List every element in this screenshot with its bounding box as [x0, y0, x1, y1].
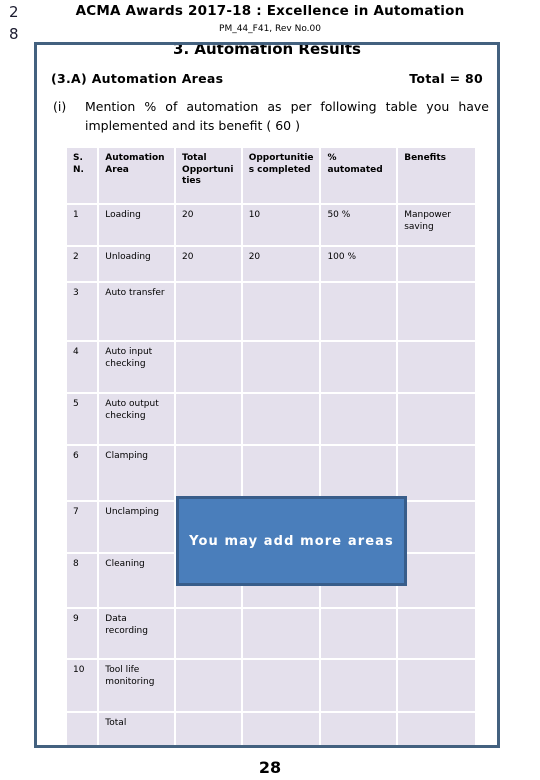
cell-sn: 2	[67, 247, 98, 281]
column-header-total: Total Opportuni ties	[176, 148, 241, 203]
cell-area[interactable]: Tool life monitoring	[99, 660, 175, 711]
table-row[interactable]: 4 Auto input checking	[67, 342, 475, 392]
document-subtitle: PM_44_F41, Rev No.00	[219, 24, 321, 34]
table-row[interactable]: 6 Clamping	[67, 446, 475, 500]
cell-completed[interactable]: 10	[242, 205, 320, 245]
cell-area[interactable]: Cleaning	[99, 554, 175, 607]
column-header-sn: S. N.	[67, 148, 98, 203]
cell-completed[interactable]	[242, 342, 320, 392]
table-row[interactable]: 2 Unloading 20 20 100 %	[67, 247, 475, 281]
cell-benefits[interactable]	[398, 247, 475, 281]
cell-completed[interactable]: 20	[242, 247, 320, 281]
column-header-benefits: Benefits	[398, 148, 475, 203]
cell-total[interactable]	[176, 446, 241, 500]
add-more-areas-callout-text: You may add more areas	[189, 533, 394, 549]
automation-areas-table: S. N. Automation Area Total Opportuni ti…	[65, 146, 477, 745]
cell-sn: 3	[67, 283, 98, 340]
cell-area[interactable]: Data recording	[99, 609, 175, 658]
content-frame: 3. Automation Results (3.A) Automation A…	[34, 42, 500, 748]
cell-benefits[interactable]	[398, 554, 475, 607]
cell-sn	[67, 713, 98, 745]
document-header: ACMA Awards 2017-18 : Excellence in Auto…	[0, 0, 540, 36]
add-more-areas-callout: You may add more areas	[176, 496, 407, 586]
cell-total-label: Total	[99, 713, 175, 745]
cell-percent[interactable]	[321, 660, 397, 711]
cell-percent[interactable]: 50 %	[321, 205, 397, 245]
cell-total[interactable]	[176, 283, 241, 340]
cell-percent[interactable]	[321, 609, 397, 658]
cell-sn: 6	[67, 446, 98, 500]
cell-benefits[interactable]	[398, 446, 475, 500]
cell-benefits[interactable]	[398, 609, 475, 658]
cell-percent[interactable]	[321, 446, 397, 500]
cell-percent[interactable]: 100 %	[321, 247, 397, 281]
section-title: 3. Automation Results	[173, 42, 361, 58]
column-header-area: Automation Area	[99, 148, 175, 203]
table-row[interactable]: 10 Tool life monitoring	[67, 660, 475, 711]
footer-page-number: 28	[258, 758, 282, 777]
cell-benefits[interactable]	[398, 394, 475, 444]
cell-total[interactable]: 20	[176, 247, 241, 281]
cell-total[interactable]	[176, 609, 241, 658]
cell-sn: 5	[67, 394, 98, 444]
cell-sn: 1	[67, 205, 98, 245]
table-row[interactable]: 1 Loading 20 10 50 % Manpower saving	[67, 205, 475, 245]
cell-area[interactable]: Auto input checking	[99, 342, 175, 392]
cell-completed[interactable]	[242, 394, 320, 444]
cell-total[interactable]	[176, 342, 241, 392]
cell-area[interactable]: Clamping	[99, 446, 175, 500]
cell-sn: 9	[67, 609, 98, 658]
cell-area[interactable]: Auto transfer	[99, 283, 175, 340]
question-text: Mention % of automation as per following…	[85, 99, 489, 133]
cell-total[interactable]	[176, 660, 241, 711]
cell-completed[interactable]	[242, 609, 320, 658]
table-row[interactable]: 9 Data recording	[67, 609, 475, 658]
cell-benefits[interactable]: Manpower saving	[398, 205, 475, 245]
cell-benefits[interactable]	[398, 502, 475, 552]
cell-sn: 7	[67, 502, 98, 552]
cell-area[interactable]: Loading	[99, 205, 175, 245]
cell-total[interactable]	[176, 394, 241, 444]
cell-total[interactable]: 20	[176, 205, 241, 245]
cell-benefits[interactable]	[398, 660, 475, 711]
cell-sn: 4	[67, 342, 98, 392]
table-row[interactable]: 5 Auto output checking	[67, 394, 475, 444]
cell-area[interactable]: Unclamping	[99, 502, 175, 552]
cell-sn: 10	[67, 660, 98, 711]
subsection-header: (3.A) Automation Areas Total = 80	[51, 71, 483, 86]
question-block: (i) Mention % of automation as per follo…	[53, 97, 489, 135]
table-total-row[interactable]: Total	[67, 713, 475, 745]
automation-areas-table-wrapper: S. N. Automation Area Total Opportuni ti…	[65, 146, 477, 745]
cell-completed[interactable]	[242, 713, 320, 745]
column-header-percent: % automated	[321, 148, 397, 203]
cell-completed[interactable]	[242, 446, 320, 500]
subsection-total-score: Total = 80	[409, 71, 483, 86]
table-header-row: S. N. Automation Area Total Opportuni ti…	[67, 148, 475, 203]
cell-percent[interactable]	[321, 394, 397, 444]
cell-benefits[interactable]	[398, 342, 475, 392]
cell-percent[interactable]	[321, 713, 397, 745]
cell-sn: 8	[67, 554, 98, 607]
subsection-label: (3.A) Automation Areas	[51, 71, 224, 86]
cell-completed[interactable]	[242, 283, 320, 340]
column-header-completed: Opportunitie s completed	[242, 148, 320, 203]
cell-benefits[interactable]	[398, 283, 475, 340]
cell-completed[interactable]	[242, 660, 320, 711]
cell-area[interactable]: Unloading	[99, 247, 175, 281]
cell-percent[interactable]	[321, 283, 397, 340]
cell-area[interactable]: Auto output checking	[99, 394, 175, 444]
table-row[interactable]: 3 Auto transfer	[67, 283, 475, 340]
cell-percent[interactable]	[321, 342, 397, 392]
cell-total[interactable]	[176, 713, 241, 745]
question-marker: (i)	[53, 99, 67, 114]
cell-benefits[interactable]	[398, 713, 475, 745]
document-title: ACMA Awards 2017-18 : Excellence in Auto…	[75, 3, 465, 19]
